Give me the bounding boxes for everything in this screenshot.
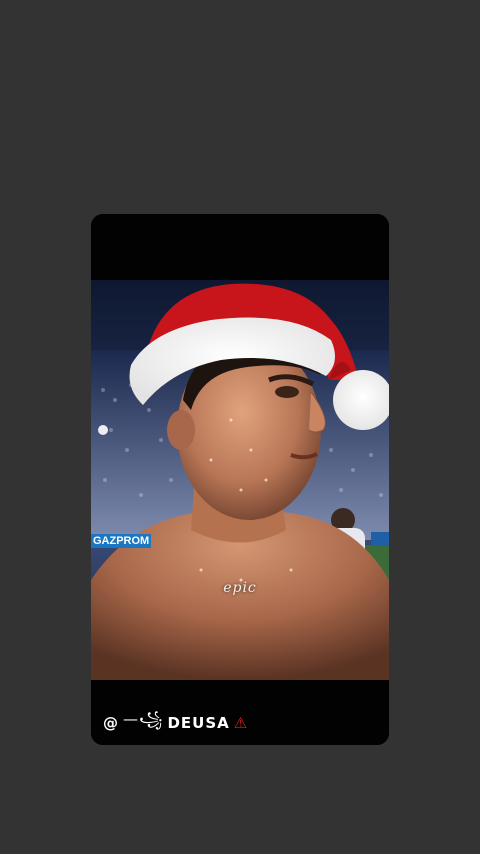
stadium-ad-board-right <box>371 532 389 546</box>
story-caption: epic <box>223 580 257 596</box>
watermark-decor-left: —꧁ <box>123 710 164 728</box>
letterbox-top <box>91 214 389 280</box>
player-illustration <box>91 283 389 680</box>
story-card[interactable]: GAZPROM epic @ —꧁ DEUSA ⚠ <box>91 214 389 745</box>
watermark-handle: DEUSA <box>167 713 230 732</box>
letterbox-bottom: @ —꧁ DEUSA ⚠ <box>91 680 389 745</box>
story-photo: GAZPROM epic <box>91 280 389 680</box>
warning-triangle-icon: ⚠ <box>233 713 249 732</box>
stadium-ad-board: GAZPROM <box>91 534 152 548</box>
watermark-at: @ <box>103 713 119 732</box>
watermark: @ —꧁ DEUSA ⚠ <box>103 707 248 738</box>
